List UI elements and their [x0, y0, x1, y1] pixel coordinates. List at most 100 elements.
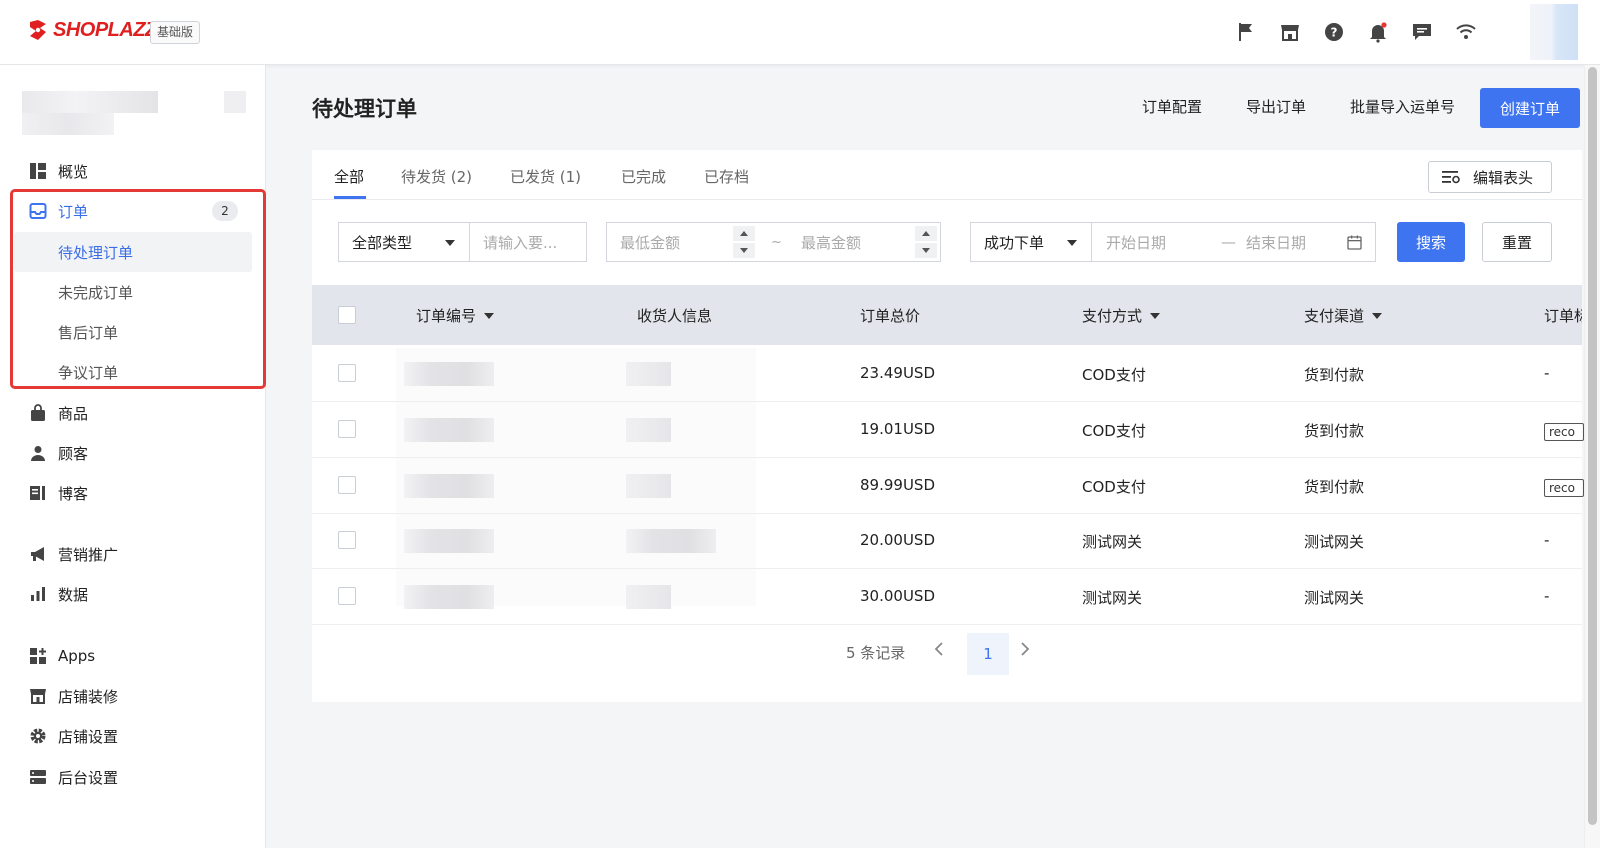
sidebar-item-after-sales-orders[interactable]: 售后订单: [14, 312, 252, 352]
payment-method: COD支付: [1082, 422, 1146, 440]
order-status-select[interactable]: 成功下单: [970, 222, 1092, 262]
sidebar-item-label: 商品: [58, 404, 89, 423]
create-order-button[interactable]: 创建订单: [1480, 88, 1580, 128]
sidebar-item-apps[interactable]: Apps: [28, 636, 252, 676]
sidebar-item-analytics[interactable]: 数据: [28, 574, 252, 614]
sidebar-item-products[interactable]: 商品: [28, 393, 252, 433]
column-label: 订单总价: [860, 307, 921, 325]
order-type-select[interactable]: 全部类型: [338, 222, 470, 262]
scrollbar-thumb[interactable]: [1588, 67, 1597, 825]
sort-down-icon: [1372, 312, 1383, 319]
chevron-down-icon: [445, 240, 455, 246]
sidebar-item-store-settings[interactable]: 店铺设置: [28, 716, 252, 756]
sidebar-item-unfinished-orders[interactable]: 未完成订单: [14, 272, 252, 312]
column-header-payment-channel[interactable]: 支付渠道: [1304, 305, 1383, 326]
prev-page-button[interactable]: [934, 640, 944, 661]
wifi-icon[interactable]: [1454, 20, 1478, 44]
keyword-input[interactable]: 请输入要...: [469, 222, 587, 262]
bulk-import-tracking-button[interactable]: 批量导入运单号: [1350, 96, 1455, 117]
row-checkbox[interactable]: [338, 420, 356, 438]
store-icon[interactable]: [1278, 20, 1302, 44]
reset-button[interactable]: 重置: [1482, 222, 1552, 262]
table-row[interactable]: 20.00USD 测试网关 测试网关 -: [312, 512, 1582, 569]
sidebar-item-label: 争议订单: [58, 363, 119, 382]
sidebar-item-orders[interactable]: 订单 2: [28, 191, 252, 231]
column-header-recipient: 收货人信息: [637, 305, 712, 326]
avatar[interactable]: [1530, 4, 1578, 60]
order-config-button[interactable]: 订单配置: [1142, 96, 1202, 117]
table-row[interactable]: 30.00USD 测试网关 测试网关 -: [312, 568, 1582, 625]
sidebar-item-label: 店铺设置: [58, 727, 119, 746]
chat-icon[interactable]: [1410, 20, 1434, 44]
row-checkbox[interactable]: [338, 364, 356, 382]
blog-icon: [28, 483, 48, 503]
tab-archived[interactable]: 已存档: [704, 166, 749, 187]
column-label: 支付方式: [1082, 307, 1143, 325]
max-amount-placeholder: 最高金额: [801, 233, 862, 252]
payment-method: COD支付: [1082, 478, 1146, 496]
sidebar-item-label: Apps: [58, 647, 96, 665]
column-header-order-tag: 订单标: [1544, 305, 1582, 326]
page-1-button[interactable]: 1: [967, 633, 1009, 675]
recipient-blurred: [626, 529, 716, 553]
start-date-placeholder: 开始日期: [1106, 233, 1167, 252]
store-icon: [28, 686, 48, 706]
sidebar-item-label: 博客: [58, 484, 89, 503]
column-label: 订单编号: [416, 307, 477, 325]
help-icon[interactable]: ?: [1322, 20, 1346, 44]
sidebar-item-label: 概览: [58, 162, 89, 181]
order-tabs: 全部 待发货 (2) 已发货 (1) 已完成 已存档 编辑表头: [312, 150, 1582, 200]
order-number-blurred[interactable]: [404, 529, 494, 553]
flag-icon[interactable]: [1234, 20, 1258, 44]
order-number-blurred[interactable]: [404, 418, 494, 442]
sidebar-item-admin-settings[interactable]: 后台设置: [28, 757, 252, 797]
vertical-scrollbar[interactable]: [1584, 65, 1600, 848]
sidebar-item-marketing[interactable]: 营销推广: [28, 534, 252, 574]
max-amount-stepper[interactable]: [915, 226, 937, 258]
min-amount-stepper[interactable]: [733, 226, 755, 258]
arrow-up-icon: [740, 231, 748, 236]
sidebar-item-store-design[interactable]: 店铺装修: [28, 676, 252, 716]
order-tag-badge: reco: [1544, 479, 1584, 497]
search-button[interactable]: 搜索: [1397, 222, 1465, 262]
edit-columns-button[interactable]: 编辑表头: [1428, 161, 1552, 193]
brand-logo[interactable]: SHOPLAZZA: [26, 18, 171, 42]
order-number-blurred[interactable]: [404, 362, 494, 386]
edit-columns-label: 编辑表头: [1473, 168, 1534, 187]
active-tab-indicator: [334, 196, 366, 199]
tab-all[interactable]: 全部: [334, 166, 364, 187]
sidebar-item-dispute-orders[interactable]: 争议订单: [14, 352, 252, 392]
table-row[interactable]: 89.99USD COD支付 货到付款 reco: [312, 457, 1584, 514]
next-page-button[interactable]: [1020, 640, 1030, 661]
sidebar-item-overview[interactable]: 概览: [28, 151, 252, 191]
orders-card: 全部 待发货 (2) 已发货 (1) 已完成 已存档 编辑表头 全部类型 请输入…: [312, 150, 1584, 702]
column-header-order-number[interactable]: 订单编号: [416, 305, 495, 326]
order-number-blurred[interactable]: [404, 585, 494, 609]
person-icon: [28, 443, 48, 463]
row-checkbox[interactable]: [338, 476, 356, 494]
order-number-blurred[interactable]: [404, 474, 494, 498]
date-range-picker[interactable]: 开始日期 — 结束日期: [1091, 222, 1376, 262]
row-checkbox[interactable]: [338, 531, 356, 549]
table-row[interactable]: 23.49USD COD支付 货到付款 -: [312, 345, 1582, 402]
sidebar-item-customers[interactable]: 顾客: [28, 433, 252, 473]
select-all-checkbox[interactable]: [338, 306, 356, 324]
sidebar-item-blog[interactable]: 博客: [28, 473, 252, 513]
arrow-down-icon: [740, 248, 748, 253]
amount-range-input[interactable]: 最低金额 ~ 最高金额: [606, 222, 941, 262]
tab-to-ship[interactable]: 待发货 (2): [401, 166, 472, 187]
payment-method: COD支付: [1082, 366, 1146, 384]
row-checkbox[interactable]: [338, 587, 356, 605]
tab-shipped[interactable]: 已发货 (1): [510, 166, 581, 187]
chevron-right-icon: [1021, 642, 1030, 656]
sidebar-item-pending-orders[interactable]: 待处理订单: [14, 232, 252, 272]
order-total: 23.49USD: [860, 364, 935, 382]
order-total: 20.00USD: [860, 531, 935, 549]
order-total: 30.00USD: [860, 587, 935, 605]
store-switch-blurred[interactable]: [224, 91, 246, 113]
export-orders-button[interactable]: 导出订单: [1246, 96, 1306, 117]
bell-icon[interactable]: [1366, 20, 1390, 44]
tab-completed[interactable]: 已完成: [621, 166, 666, 187]
table-row[interactable]: 19.01USD COD支付 货到付款 reco: [312, 401, 1584, 458]
column-header-payment-method[interactable]: 支付方式: [1082, 305, 1161, 326]
